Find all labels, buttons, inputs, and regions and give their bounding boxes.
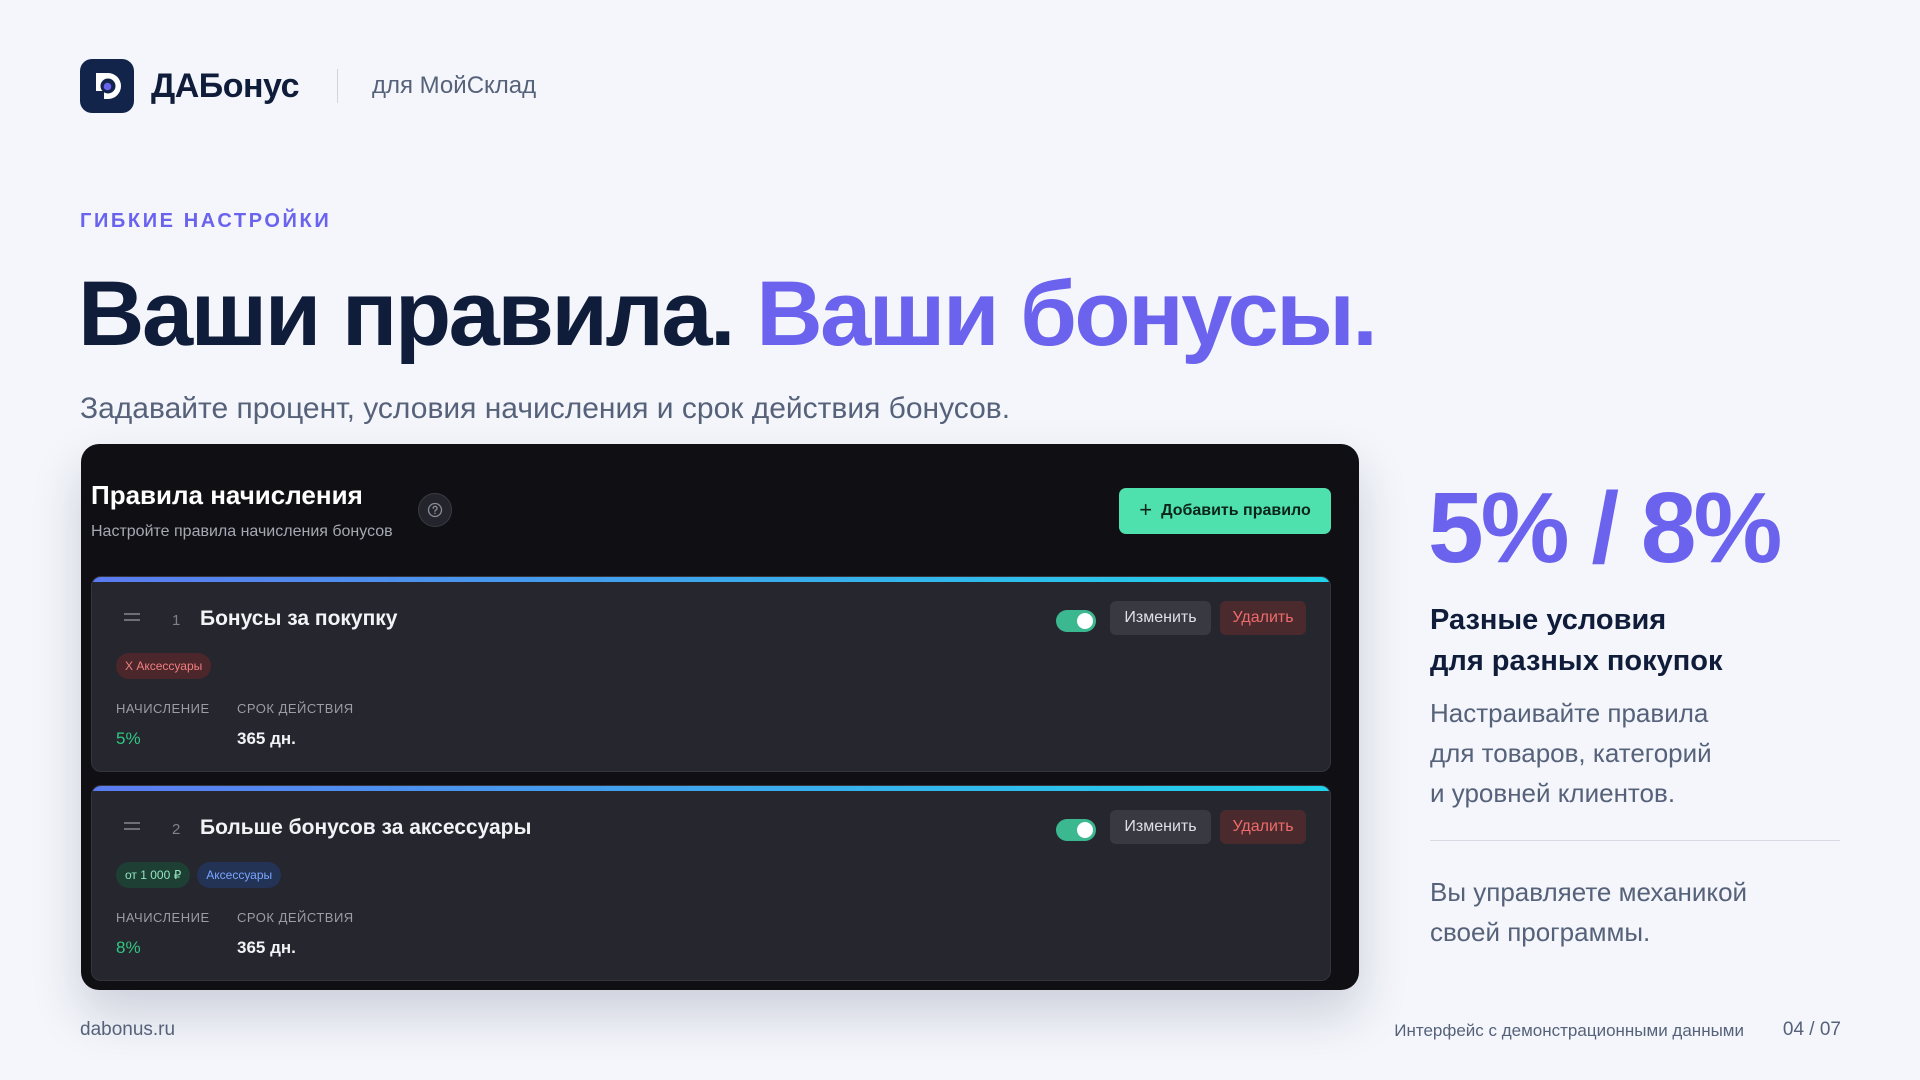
side-description-line: и уровней клиентов. bbox=[1430, 778, 1676, 808]
rules-panel: Правила начисления Настройте правила нач… bbox=[81, 444, 1359, 990]
accrual-value: 8% bbox=[116, 938, 141, 957]
side-note-line: своей программы. bbox=[1430, 917, 1651, 947]
rule-index: 1 bbox=[172, 612, 181, 629]
headline-dark: Ваши правила. bbox=[78, 263, 736, 365]
drag-handle-icon[interactable] bbox=[124, 613, 140, 625]
validity-value: 365 дн. bbox=[237, 729, 296, 748]
side-heading-line: Разные условия bbox=[1430, 604, 1667, 636]
section-kicker: ГИБКИЕ НАСТРОЙКИ bbox=[80, 210, 332, 232]
logo-icon bbox=[80, 59, 134, 113]
edit-rule-button[interactable]: Изменить bbox=[1110, 601, 1211, 635]
page-counter: 04 / 07 bbox=[1782, 1019, 1841, 1040]
rule-card: 1 Бонусы за покупку Изменить Удалить X А… bbox=[91, 576, 1331, 772]
rule-title: Бонусы за покупку bbox=[200, 607, 398, 630]
side-description: Настраивайте правила для товаров, катего… bbox=[1430, 693, 1850, 813]
rule-title: Больше бонусов за аксессуары bbox=[200, 816, 532, 839]
rule-enabled-toggle[interactable] bbox=[1056, 610, 1096, 632]
header-divider bbox=[337, 69, 338, 103]
rule-index: 2 bbox=[172, 821, 181, 838]
bonus-rate-stat: 5% / 8% bbox=[1428, 472, 1782, 584]
add-rule-button[interactable]: + Добавить правило bbox=[1119, 488, 1331, 534]
rule-card-accent-bar bbox=[92, 577, 1330, 582]
side-note: Вы управляете механикой своей программы. bbox=[1430, 872, 1850, 952]
brand-subtitle: для МойСклад bbox=[372, 72, 537, 99]
page-subline: Задавайте процент, условия начисления и … bbox=[80, 392, 1011, 425]
drag-handle-icon[interactable] bbox=[124, 822, 140, 834]
side-heading: Разные условия для разных покупок bbox=[1430, 600, 1870, 682]
rule-card-accent-bar bbox=[92, 786, 1330, 791]
rule-enabled-toggle[interactable] bbox=[1056, 819, 1096, 841]
accrual-label: НАЧИСЛЕНИЕ bbox=[116, 910, 210, 925]
side-note-line: Вы управляете механикой bbox=[1430, 877, 1748, 907]
rule-tags: X Аксессуары bbox=[116, 653, 212, 679]
exclude-category-tag: X Аксессуары bbox=[116, 653, 212, 679]
category-tag: Аксессуары bbox=[197, 862, 282, 888]
plus-icon: + bbox=[1139, 497, 1153, 522]
rule-tags: от 1 000 ₽ Аксессуары bbox=[116, 862, 282, 888]
validity-label: СРОК ДЕЙСТВИЯ bbox=[237, 701, 354, 716]
validity-label: СРОК ДЕЙСТВИЯ bbox=[237, 910, 354, 925]
rule-card: 2 Больше бонусов за аксессуары Изменить … bbox=[91, 785, 1331, 981]
footer-note: Интерфейс с демонстрационными данными bbox=[1394, 1021, 1744, 1040]
accrual-label: НАЧИСЛЕНИЕ bbox=[116, 701, 210, 716]
header: ДАБонус для МойСклад bbox=[80, 58, 536, 114]
side-heading-line: для разных покупок bbox=[1430, 645, 1723, 677]
validity-value: 365 дн. bbox=[237, 938, 296, 957]
delete-rule-button[interactable]: Удалить bbox=[1220, 810, 1306, 844]
add-rule-label: Добавить правило bbox=[1161, 502, 1311, 519]
delete-rule-button[interactable]: Удалить bbox=[1220, 601, 1306, 635]
panel-subtitle: Настройте правила начисления бонусов bbox=[91, 523, 393, 540]
accrual-value: 5% bbox=[116, 729, 141, 748]
help-icon[interactable] bbox=[418, 493, 452, 527]
page-headline: Ваши правила. Ваши бонусы. bbox=[78, 268, 1378, 360]
side-description-line: для товаров, категорий bbox=[1430, 738, 1712, 768]
panel-title: Правила начисления bbox=[91, 480, 363, 510]
footer-site: dabonus.ru bbox=[80, 1019, 176, 1040]
edit-rule-button[interactable]: Изменить bbox=[1110, 810, 1211, 844]
side-description-line: Настраивайте правила bbox=[1430, 698, 1709, 728]
side-divider bbox=[1430, 840, 1840, 841]
min-amount-tag: от 1 000 ₽ bbox=[116, 862, 191, 888]
brand-name: ДАБонус bbox=[151, 66, 300, 105]
headline-accent: Ваши бонусы. bbox=[756, 263, 1378, 365]
